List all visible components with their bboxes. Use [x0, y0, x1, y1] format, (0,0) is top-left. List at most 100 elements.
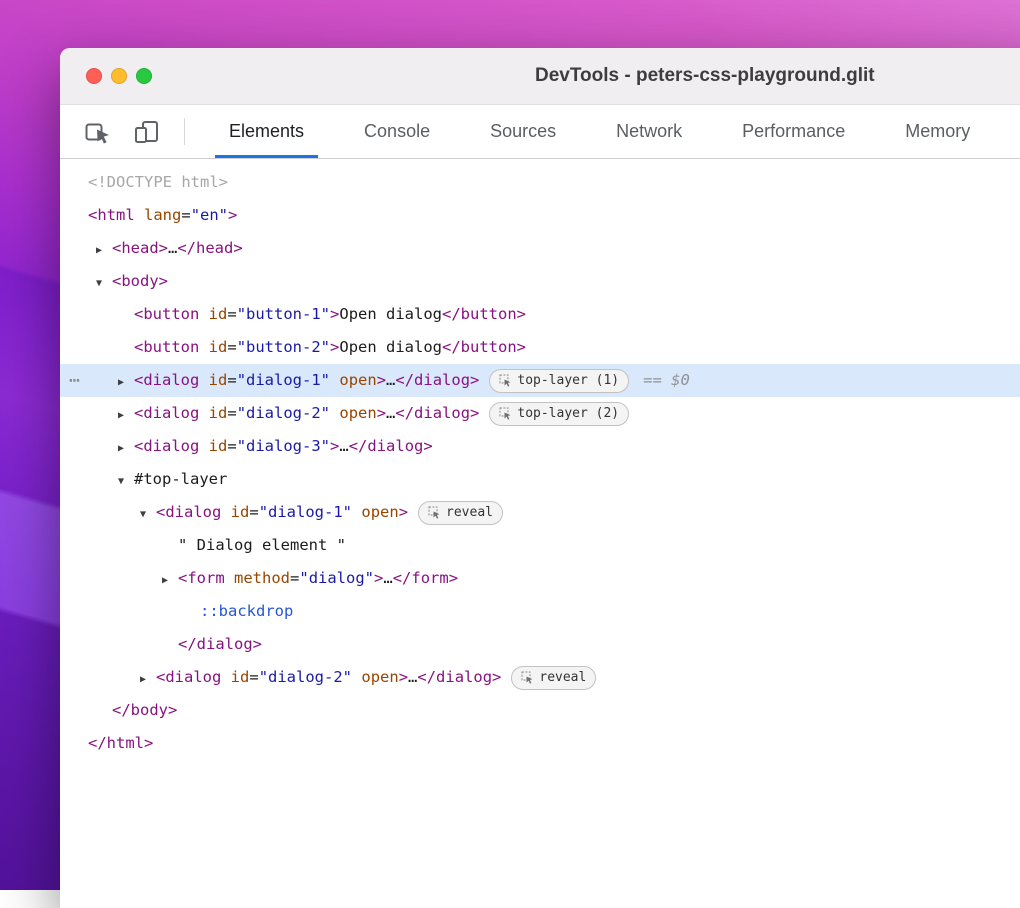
expand-arrow-icon[interactable]: ▶ — [162, 564, 178, 597]
code-token — [330, 404, 339, 422]
reveal-icon — [499, 407, 512, 420]
device-toolbar-icon[interactable] — [134, 119, 160, 145]
dom-tree: <!DOCTYPE html><html lang="en">▶<head>…<… — [60, 159, 1020, 760]
code-token — [221, 668, 230, 686]
expand-arrow-icon[interactable]: ▶ — [118, 399, 134, 432]
code-token: <head> — [112, 239, 168, 257]
code-token: = — [227, 305, 236, 323]
code-token: "dialog" — [299, 569, 374, 587]
dom-tree-row[interactable]: ▶<form method="dialog">…</form> — [60, 562, 1020, 595]
code-token — [330, 371, 339, 389]
code-token: = — [227, 437, 236, 455]
code-token: <dialog — [156, 668, 221, 686]
code-token: "dialog-3" — [237, 437, 330, 455]
dom-tree-row[interactable]: ▶<dialog id="dialog-2" open>…</dialog>re… — [60, 661, 1020, 694]
row-overflow-menu-icon[interactable]: ⋯ — [69, 364, 81, 397]
code-token: </dialog> — [417, 668, 501, 686]
code-token — [225, 569, 234, 587]
collapse-arrow-icon[interactable]: ▼ — [118, 465, 134, 498]
code-token: = — [227, 371, 236, 389]
code-token: … — [339, 437, 348, 455]
code-token: id — [209, 437, 228, 455]
expand-arrow-icon[interactable]: ▶ — [118, 366, 134, 399]
code-token: <button — [134, 338, 199, 356]
window-titlebar[interactable]: DevTools - peters-css-playground.glit — [60, 48, 1020, 105]
code-token: open — [339, 371, 376, 389]
dom-tree-row[interactable]: ▼<body> — [60, 265, 1020, 298]
dom-tree-row[interactable]: <html lang="en"> — [60, 199, 1020, 232]
dom-tree-row[interactable]: <!DOCTYPE html> — [60, 166, 1020, 199]
badge-label: reveal — [446, 496, 493, 529]
dom-tree-row[interactable]: </html> — [60, 727, 1020, 760]
reveal-badge[interactable]: reveal — [418, 501, 503, 525]
code-token: <dialog — [134, 371, 199, 389]
code-token: "dialog-2" — [237, 404, 330, 422]
code-token: <dialog — [134, 404, 199, 422]
code-token: lang — [144, 206, 181, 224]
devtools-window: DevTools - peters-css-playground.glit El… — [60, 48, 1020, 908]
code-token: </dialog> — [349, 437, 433, 455]
code-token: </dialog> — [395, 404, 479, 422]
inspect-icon[interactable] — [84, 118, 112, 146]
traffic-lights — [86, 68, 152, 84]
code-token: method — [234, 569, 290, 587]
dom-tree-row[interactable]: ▶<head>…</head> — [60, 232, 1020, 265]
tab-sources[interactable]: Sources — [460, 105, 586, 158]
dom-tree-row[interactable]: <button id="button-2">Open dialog</butto… — [60, 331, 1020, 364]
code-token — [352, 668, 361, 686]
code-token: " Dialog element " — [178, 536, 346, 554]
tab-performance[interactable]: Performance — [712, 105, 875, 158]
code-token: Open dialog — [339, 305, 442, 323]
code-token — [199, 437, 208, 455]
expand-arrow-icon[interactable]: ▶ — [140, 663, 156, 696]
code-token: open — [339, 404, 376, 422]
code-token: > — [399, 668, 408, 686]
minimize-button[interactable] — [111, 68, 127, 84]
code-token: "dialog-1" — [259, 503, 352, 521]
code-token: id — [231, 503, 250, 521]
dom-tree-row[interactable]: </body> — [60, 694, 1020, 727]
code-token: = — [181, 206, 190, 224]
dom-tree-row[interactable]: </dialog> — [60, 628, 1020, 661]
zoom-button[interactable] — [136, 68, 152, 84]
tab-elements[interactable]: Elements — [199, 105, 334, 158]
tab-network[interactable]: Network — [586, 105, 712, 158]
close-button[interactable] — [86, 68, 102, 84]
dom-tree-row[interactable]: ▼<dialog id="dialog-1" open>reveal — [60, 496, 1020, 529]
reveal-badge[interactable]: reveal — [511, 666, 596, 690]
code-token: <!DOCTYPE html> — [88, 173, 228, 191]
code-token: "button-2" — [237, 338, 330, 356]
code-token: > — [330, 437, 339, 455]
expand-arrow-icon[interactable]: ▶ — [118, 432, 134, 465]
code-token: = — [227, 404, 236, 422]
reveal-icon — [428, 506, 441, 519]
tab-memory[interactable]: Memory — [875, 105, 1000, 158]
code-token: </head> — [177, 239, 242, 257]
code-token: … — [408, 668, 417, 686]
code-token: id — [209, 371, 228, 389]
dom-tree-row[interactable]: ⋯▶<dialog id="dialog-1" open>…</dialog>t… — [60, 364, 1020, 397]
dom-tree-row[interactable]: ::backdrop — [60, 595, 1020, 628]
top-layer-badge[interactable]: top-layer (1) — [489, 369, 629, 393]
code-token: > — [377, 404, 386, 422]
code-token — [221, 503, 230, 521]
dom-tree-row[interactable]: ▼#top-layer — [60, 463, 1020, 496]
tab-console[interactable]: Console — [334, 105, 460, 158]
code-token: id — [231, 668, 250, 686]
code-token — [199, 338, 208, 356]
collapse-arrow-icon[interactable]: ▼ — [96, 267, 112, 300]
top-layer-badge[interactable]: top-layer (2) — [489, 402, 629, 426]
code-token: id — [209, 305, 228, 323]
expand-arrow-icon[interactable]: ▶ — [96, 234, 112, 267]
code-token: … — [383, 569, 392, 587]
collapse-arrow-icon[interactable]: ▼ — [140, 498, 156, 531]
devtools-toolbar: ElementsConsoleSourcesNetworkPerformance… — [60, 105, 1020, 159]
console-variable-hint: $0 — [662, 371, 690, 389]
dom-tree-row[interactable]: ▶<dialog id="dialog-3">…</dialog> — [60, 430, 1020, 463]
dom-tree-row[interactable]: ▶<dialog id="dialog-2" open>…</dialog>to… — [60, 397, 1020, 430]
badge-label: top-layer (2) — [517, 397, 619, 430]
dom-tree-row[interactable]: <button id="button-1">Open dialog</butto… — [60, 298, 1020, 331]
dom-tree-row[interactable]: " Dialog element " — [60, 529, 1020, 562]
equals-hint: == — [643, 371, 662, 389]
toolbar-icons — [60, 105, 160, 158]
